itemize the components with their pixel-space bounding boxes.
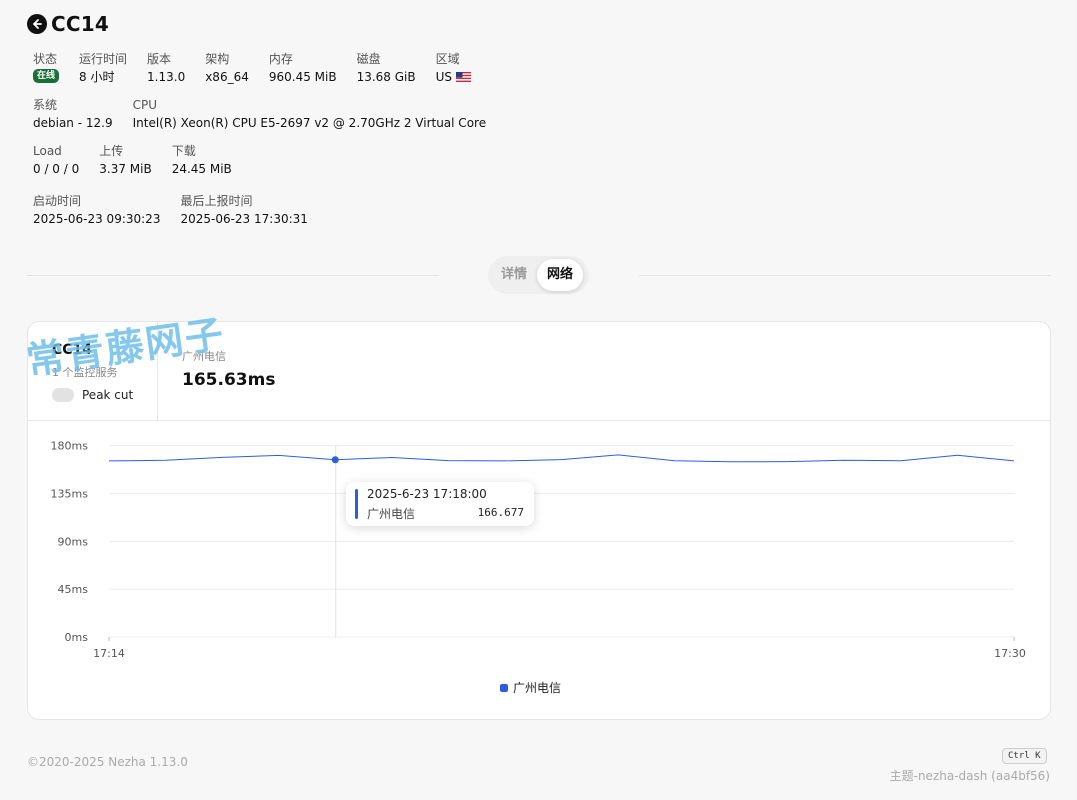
uptime-item: 运行时间 8 小时 <box>79 51 127 85</box>
divider-right <box>639 275 1051 276</box>
chart-legend[interactable]: 广州电信 <box>500 679 561 696</box>
system-item: 系统 debian - 12.9 <box>33 97 113 131</box>
latency-value: 165.63ms <box>182 370 276 390</box>
legend-label: 广州电信 <box>513 681 562 695</box>
disk-item: 磁盘 13.68 GiB <box>357 51 416 85</box>
memory-item: 内存 960.45 MiB <box>269 51 337 85</box>
y-tick-label: 45ms <box>58 583 89 596</box>
version-label: 版本 <box>147 52 172 66</box>
lastreport-value: 2025-06-23 17:30:31 <box>180 212 308 226</box>
tooltip-series-color <box>355 489 358 519</box>
disk-value: 13.68 GiB <box>356 70 416 84</box>
arch-label: 架构 <box>205 52 230 66</box>
tab-details[interactable]: 详情 <box>491 259 537 291</box>
view-tabs: 详情 网络 <box>488 256 589 294</box>
cpu-label: CPU <box>132 98 157 112</box>
system-label: 系统 <box>33 98 58 112</box>
region-value: US <box>435 70 453 84</box>
tooltip-time: 2025-6-23 17:18:00 <box>367 487 487 501</box>
upload-value: 3.37 MiB <box>99 162 152 176</box>
peak-cut-control: Peak cut <box>52 388 133 402</box>
info-row-basic: 状态 在线 运行时间 8 小时 版本 1.13.0 架构 x86_64 内存 9… <box>33 51 491 85</box>
y-tick-label: 135ms <box>51 487 89 500</box>
y-tick-label: 90ms <box>58 535 89 548</box>
cpu-value: Intel(R) Xeon(R) CPU E5-2697 v2 @ 2.70GH… <box>132 116 487 130</box>
x-tick-label: 17:14 <box>93 647 125 660</box>
boot-label: 启动时间 <box>33 194 82 208</box>
monitor-count: 1 个监控服务 <box>52 366 118 379</box>
upload-label: 上传 <box>99 144 124 158</box>
tab-network[interactable]: 网络 <box>537 259 584 291</box>
load-value: 0 / 0 / 0 <box>33 162 80 176</box>
load-label: Load <box>33 144 62 158</box>
chart-tooltip: 2025-6-23 17:18:00 广州电信 166.677 <box>346 482 534 526</box>
server-title: CC14 <box>51 12 109 36</box>
series-line <box>108 454 1015 463</box>
status-label: 状态 <box>33 52 58 66</box>
download-value: 24.45 MiB <box>171 162 232 176</box>
version-value: 1.13.0 <box>147 70 186 84</box>
peak-cut-toggle[interactable] <box>52 388 74 402</box>
cpu-item: CPU Intel(R) Xeon(R) CPU E5-2697 v2 @ 2.… <box>133 97 487 131</box>
lastreport-label: 最后上报时间 <box>180 194 253 208</box>
highlight-point <box>331 456 339 464</box>
x-tick-label: 17:30 <box>994 647 1026 660</box>
card-server-name: CC14 <box>52 342 93 358</box>
arch-item: 架构 x86_64 <box>205 51 249 85</box>
info-row-system: 系统 debian - 12.9 CPU Intel(R) Xeon(R) CP… <box>33 97 506 131</box>
memory-value: 960.45 MiB <box>268 70 337 84</box>
uptime-label: 运行时间 <box>79 52 128 66</box>
latency-line-chart[interactable]: 0ms 45ms 90ms 135ms 180ms 17:14 17:30 <box>28 421 1051 720</box>
status-item: 状态 在线 <box>33 51 60 85</box>
disk-label: 磁盘 <box>356 52 381 66</box>
system-value: debian - 12.9 <box>33 116 113 130</box>
load-item: Load 0 / 0 / 0 <box>33 143 79 177</box>
page-header: CC14 <box>27 12 109 36</box>
copyright: ©2020-2025 Nezha 1.13.0 <box>27 755 188 769</box>
info-row-times: 启动时间 2025-06-23 09:30:23 最后上报时间 2025-06-… <box>33 193 328 227</box>
info-row-traffic: Load 0 / 0 / 0 上传 3.37 MiB 下载 24.45 MiB <box>33 143 252 177</box>
tooltip-series-name: 广州电信 <box>367 507 416 521</box>
network-chart-card: CC14 1 个监控服务 Peak cut 广州电信 165.63ms 0ms 4… <box>27 321 1051 720</box>
uptime-value: 8 小时 <box>79 70 115 84</box>
card-server-panel: CC14 1 个监控服务 Peak cut <box>28 322 158 420</box>
latency-series-label[interactable]: 广州电信 <box>182 348 226 364</box>
tooltip-value: 166.677 <box>477 506 524 519</box>
back-arrow-icon[interactable] <box>27 14 47 34</box>
upload-item: 上传 3.37 MiB <box>99 143 151 177</box>
legend-swatch <box>500 683 508 692</box>
version-item: 版本 1.13.0 <box>147 51 185 85</box>
region-item: 区域 US <box>435 51 472 85</box>
memory-label: 内存 <box>268 52 293 66</box>
status-badge: 在线 <box>33 69 60 83</box>
lastreport-item: 最后上报时间 2025-06-23 17:30:31 <box>180 193 307 227</box>
download-label: 下载 <box>171 144 196 158</box>
region-label: 区域 <box>435 52 460 66</box>
theme-info: 主题-nezha-dash (aa4bf56) <box>889 769 1050 783</box>
boot-value: 2025-06-23 09:30:23 <box>33 212 161 226</box>
download-item: 下载 24.45 MiB <box>172 143 232 177</box>
y-tick-label: 0ms <box>65 631 89 644</box>
divider-left <box>27 275 439 276</box>
arch-value: x86_64 <box>205 70 249 84</box>
boot-item: 启动时间 2025-06-23 09:30:23 <box>33 193 160 227</box>
command-shortcut[interactable]: Ctrl K <box>1002 748 1047 764</box>
peak-cut-label: Peak cut <box>82 388 134 402</box>
us-flag-icon <box>456 72 472 82</box>
y-tick-label: 180ms <box>51 440 89 453</box>
